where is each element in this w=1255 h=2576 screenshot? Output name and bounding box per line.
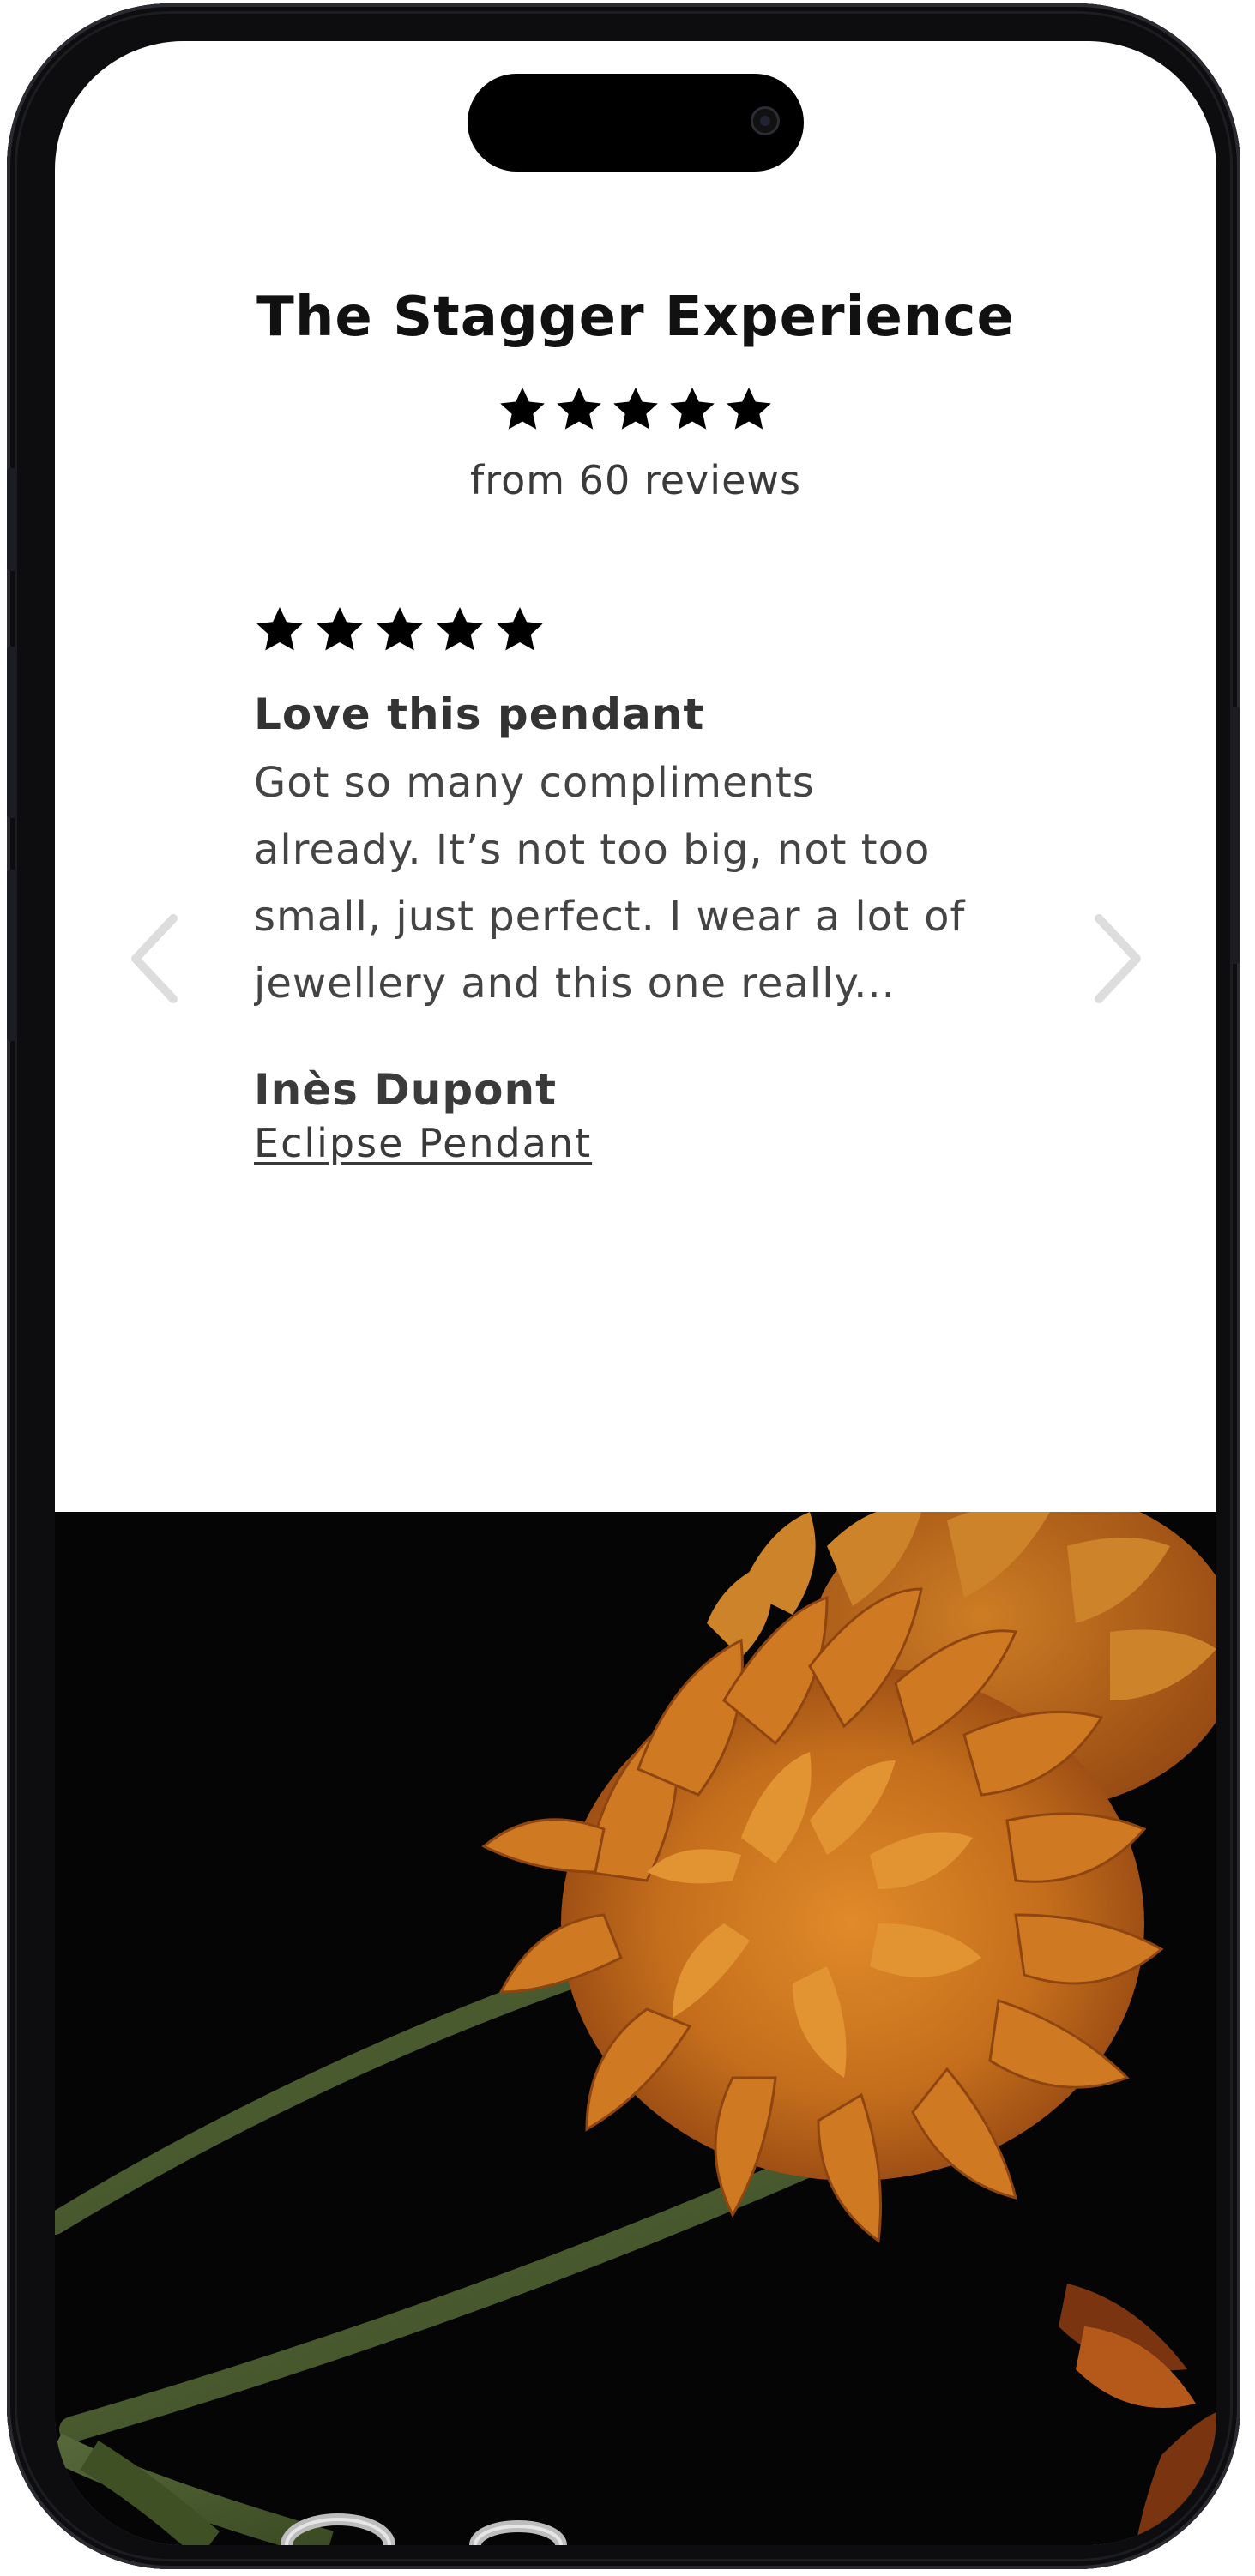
average-rating-stars <box>55 384 1216 434</box>
chevron-right-icon <box>1095 914 1141 1003</box>
star-icon <box>727 387 771 430</box>
reviewer-name: Inès Dupont <box>254 1065 558 1115</box>
star-icon <box>317 607 363 651</box>
review-count: from 60 reviews <box>470 457 801 503</box>
carousel-next-button[interactable] <box>1080 912 1149 1006</box>
volume-up-button <box>7 647 17 818</box>
reviews-title: The Stagger Experience <box>256 286 1015 349</box>
star-icon <box>670 387 715 430</box>
front-camera-icon <box>751 106 780 135</box>
volume-down-button <box>7 870 17 1041</box>
review-rating-stars <box>254 604 1026 655</box>
review-card: Love this pendant Got so many compliment… <box>254 604 1026 1166</box>
dynamic-island <box>468 74 804 172</box>
star-icon <box>256 607 303 651</box>
star-icon <box>377 607 423 651</box>
star-icon <box>557 387 601 430</box>
star-icon <box>437 607 483 651</box>
review-heading: Love this pendant <box>254 689 705 739</box>
review-body[interactable]: Got so many compliments already. It’s no… <box>254 749 992 1017</box>
mute-switch <box>7 468 17 571</box>
star-icon <box>613 387 658 430</box>
phone-frame: The Stagger Experience from 60 reviews L… <box>7 3 1240 2569</box>
phone-screen: The Stagger Experience from 60 reviews L… <box>55 41 1216 2545</box>
flower-illustration <box>55 1512 1216 2545</box>
power-button <box>1230 707 1240 964</box>
product-link[interactable]: Eclipse Pendant <box>254 1120 592 1166</box>
hero-flower-image <box>55 1512 1216 2545</box>
star-icon <box>497 607 543 651</box>
star-icon <box>500 387 545 430</box>
carousel-prev-button[interactable] <box>124 912 192 1006</box>
chevron-left-icon <box>131 914 178 1003</box>
